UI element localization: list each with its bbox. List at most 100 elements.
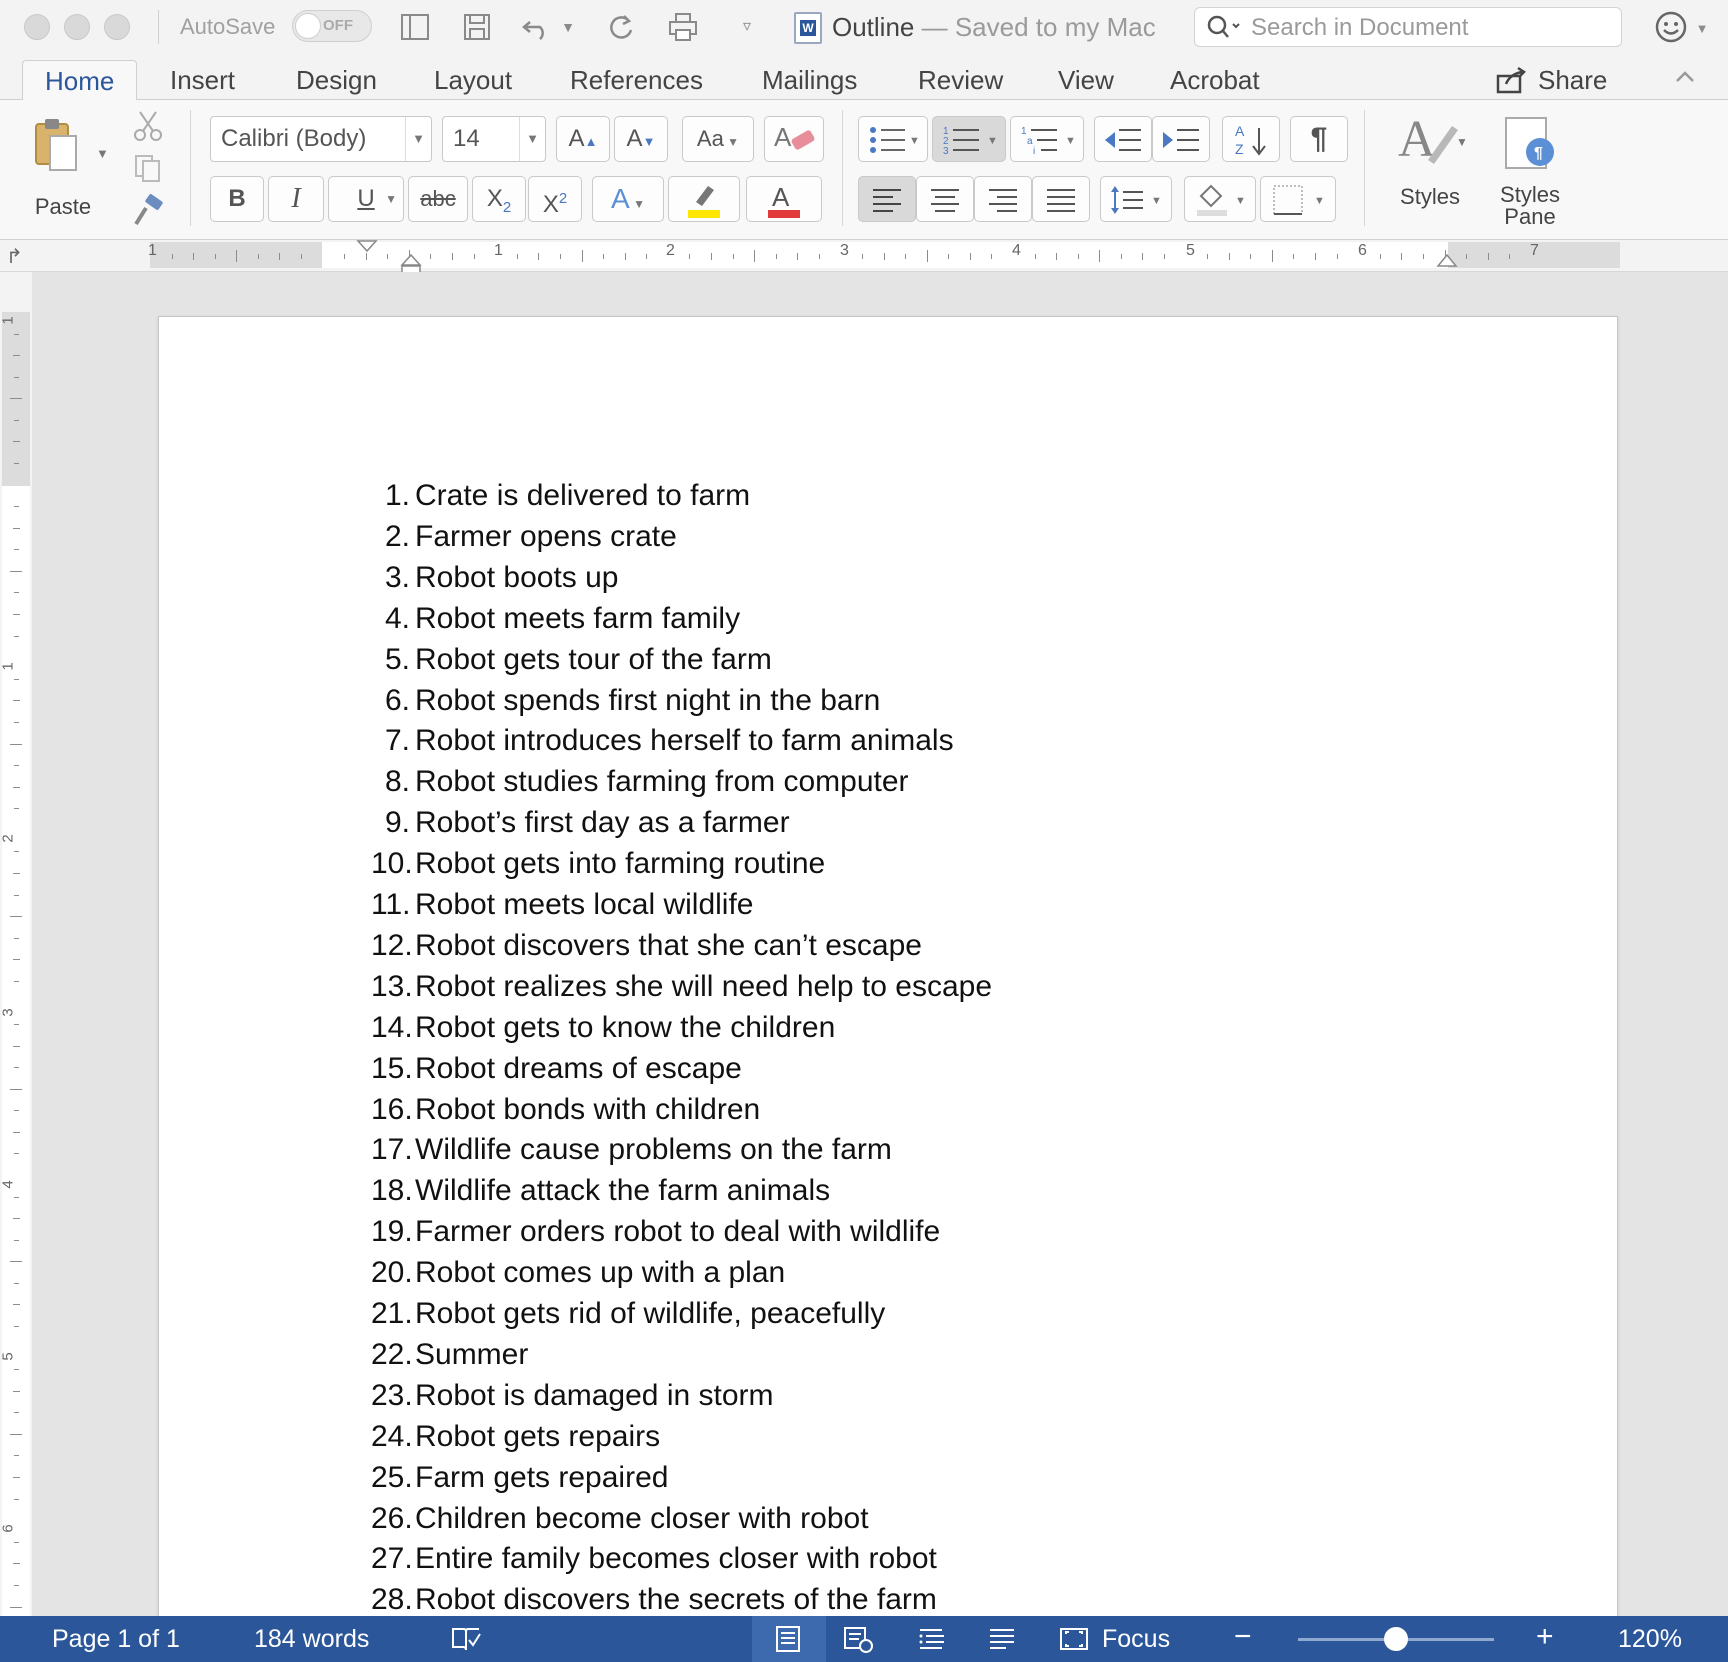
shading-button[interactable]: ▼ — [1184, 176, 1256, 222]
close-window-button[interactable] — [24, 14, 50, 40]
search-input[interactable] — [1251, 14, 1611, 42]
list-item[interactable]: 28. Robot discovers the secrets of the fa… — [159, 1583, 1619, 1616]
zoom-out-button[interactable]: − — [1234, 1620, 1252, 1654]
list-item[interactable]: 21. Robot gets rid of wildlife, peacefull… — [159, 1297, 1619, 1337]
grow-font-button[interactable]: A▲ — [556, 116, 610, 162]
list-item[interactable]: 22. Summer — [159, 1338, 1619, 1378]
document-canvas[interactable]: 1. Crate is delivered to farm 2. Farmer ope… — [32, 272, 1728, 1616]
change-case-button[interactable]: Aa ▼ — [682, 116, 754, 162]
list-item[interactable]: 8. Robot studies farming from computer — [159, 765, 1619, 805]
zoom-window-button[interactable] — [104, 14, 130, 40]
highlight-button[interactable] — [668, 176, 740, 222]
tab-layout[interactable]: Layout — [434, 60, 512, 100]
list-item[interactable]: 16. Robot bonds with children — [159, 1093, 1619, 1133]
multilevel-list-button[interactable]: 1 a i ▼ — [1010, 116, 1084, 162]
cut-icon[interactable] — [130, 108, 166, 144]
page-count[interactable]: Page 1 of 1 — [52, 1625, 180, 1654]
horizontal-ruler[interactable]: ↱ 1 1 2 3 4 5 6 7 — [0, 240, 1728, 277]
share-button[interactable]: Share — [1496, 60, 1607, 100]
justify-button[interactable] — [1032, 176, 1090, 222]
zoom-percentage[interactable]: 120% — [1618, 1625, 1682, 1654]
styles-gallery-button[interactable]: A ▼ Styles — [1380, 110, 1480, 226]
search-box[interactable] — [1194, 7, 1622, 47]
sort-button[interactable]: AZ — [1222, 116, 1280, 162]
collapse-ribbon-icon[interactable] — [1672, 64, 1698, 90]
word-count[interactable]: 184 words — [254, 1625, 369, 1654]
paste-button[interactable]: ▼ Paste — [18, 110, 109, 222]
list-item[interactable]: 9. Robot’s first day as a farmer — [159, 806, 1619, 846]
font-size-select[interactable]: 14 ▼ — [442, 116, 546, 162]
minimize-window-button[interactable] — [64, 14, 90, 40]
list-item[interactable]: 5. Robot gets tour of the farm — [159, 643, 1619, 683]
undo-dropdown-icon[interactable]: ▼ — [558, 10, 578, 44]
tab-home[interactable]: Home — [22, 60, 138, 101]
list-item[interactable]: 20. Robot comes up with a plan — [159, 1256, 1619, 1296]
list-item[interactable]: 23. Robot is damaged in storm — [159, 1379, 1619, 1419]
sidebar-toggle-icon[interactable] — [398, 10, 432, 44]
show-formatting-button[interactable]: ¶ — [1290, 116, 1348, 162]
list-item[interactable]: 15. Robot dreams of escape — [159, 1052, 1619, 1092]
align-center-button[interactable] — [916, 176, 974, 222]
underline-button[interactable]: U ▼ — [328, 176, 404, 222]
tab-design[interactable]: Design — [296, 60, 377, 100]
tab-references[interactable]: References — [570, 60, 703, 100]
undo-icon[interactable] — [520, 10, 554, 44]
borders-button[interactable]: ▼ — [1260, 176, 1336, 222]
right-indent-marker-icon[interactable] — [1436, 254, 1458, 268]
superscript-button[interactable]: X2 — [528, 176, 582, 222]
copy-icon[interactable] — [132, 152, 164, 184]
list-item[interactable]: 3. Robot boots up — [159, 561, 1619, 601]
align-left-button[interactable] — [858, 176, 916, 222]
tab-stop-selector-icon[interactable]: ↱ — [6, 244, 23, 269]
list-item[interactable]: 7. Robot introduces herself to farm anima… — [159, 724, 1619, 764]
proofing-book-icon[interactable] — [450, 1624, 482, 1654]
redo-icon[interactable] — [604, 10, 638, 44]
vertical-ruler[interactable]: 1 1 2 3 4 5 6 — [0, 272, 32, 1616]
list-item[interactable]: 24. Robot gets repairs — [159, 1420, 1619, 1460]
focus-mode-icon[interactable] — [1058, 1624, 1090, 1654]
list-item[interactable]: 1. Crate is delivered to farm — [159, 479, 1619, 519]
print-icon[interactable] — [666, 10, 700, 44]
outline-view-icon[interactable] — [916, 1624, 948, 1654]
subscript-button[interactable]: X2 — [472, 176, 526, 222]
zoom-in-button[interactable]: + — [1536, 1620, 1554, 1654]
font-name-select[interactable]: Calibri (Body) ▼ — [210, 116, 432, 162]
list-item[interactable]: 27. Entire family becomes closer with rob… — [159, 1542, 1619, 1582]
bold-button[interactable]: B — [210, 176, 264, 222]
list-item[interactable]: 2. Farmer opens crate — [159, 520, 1619, 560]
first-line-indent-marker-icon[interactable] — [356, 240, 378, 252]
styles-pane-button[interactable]: ¶ Styles Pane — [1480, 110, 1580, 236]
save-icon[interactable] — [460, 10, 494, 44]
feedback-smiley-icon[interactable] — [1654, 10, 1688, 44]
list-item[interactable]: 19. Farmer orders robot to deal with wild… — [159, 1215, 1619, 1255]
print-layout-icon[interactable] — [772, 1624, 804, 1654]
list-item[interactable]: 14. Robot gets to know the children — [159, 1011, 1619, 1051]
list-item[interactable]: 17. Wildlife cause problems on the farm — [159, 1133, 1619, 1173]
shrink-font-button[interactable]: A▼ — [614, 116, 668, 162]
list-item[interactable]: 4. Robot meets farm family — [159, 602, 1619, 642]
tab-review[interactable]: Review — [918, 60, 1003, 100]
list-item[interactable]: 26. Children become closer with robot — [159, 1502, 1619, 1542]
customize-toolbar-icon[interactable]: ▿ — [730, 10, 764, 44]
web-layout-icon[interactable] — [842, 1624, 874, 1654]
list-item[interactable]: 6. Robot spends first night in the barn — [159, 684, 1619, 724]
strikethrough-button[interactable]: abc — [408, 176, 468, 222]
list-item[interactable]: 11. Robot meets local wildlife — [159, 888, 1619, 928]
align-right-button[interactable] — [974, 176, 1032, 222]
focus-label[interactable]: Focus — [1102, 1625, 1170, 1654]
list-item[interactable]: 25. Farm gets repaired — [159, 1461, 1619, 1501]
format-painter-icon[interactable] — [128, 194, 166, 230]
tab-view[interactable]: View — [1058, 60, 1114, 100]
tab-insert[interactable]: Insert — [170, 60, 235, 100]
line-spacing-button[interactable]: ▼ — [1100, 176, 1172, 222]
list-item[interactable]: 18. Wildlife attack the farm animals — [159, 1174, 1619, 1214]
document-page[interactable]: 1. Crate is delivered to farm 2. Farmer ope… — [158, 316, 1618, 1616]
italic-button[interactable]: I — [268, 176, 324, 222]
tab-mailings[interactable]: Mailings — [762, 60, 857, 100]
draft-view-icon[interactable] — [986, 1624, 1018, 1654]
decrease-indent-button[interactable] — [1094, 116, 1152, 162]
list-item[interactable]: 10. Robot gets into farming routine — [159, 847, 1619, 887]
font-color-button[interactable]: A — [746, 176, 822, 222]
text-effects-button[interactable]: A ▼ — [592, 176, 664, 222]
clear-formatting-button[interactable]: A — [764, 116, 824, 162]
